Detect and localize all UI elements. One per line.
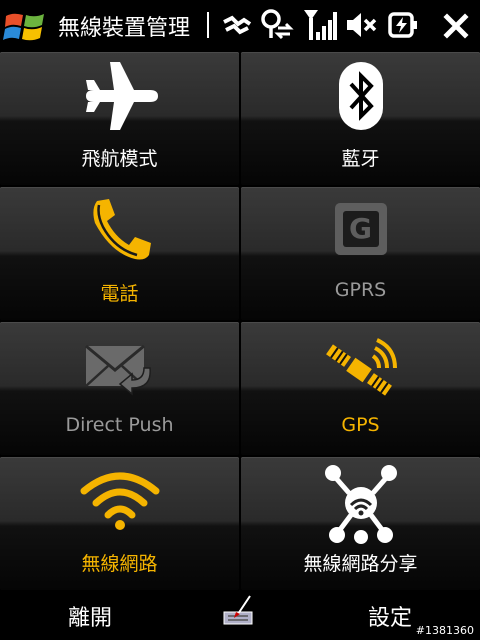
title-separator <box>207 12 209 38</box>
tile-wifi[interactable]: 無線網路 <box>0 457 239 590</box>
tile-label: GPS <box>341 414 380 436</box>
tile-label: Direct Push <box>65 414 174 436</box>
settings-softkey[interactable]: 設定 <box>368 600 412 632</box>
tile-label: 無線網路分享 <box>303 553 418 575</box>
tile-gps[interactable]: GPS <box>241 322 480 455</box>
tile-label: 電話 <box>100 283 139 305</box>
battery-charging-icon[interactable] <box>386 8 420 42</box>
tile-direct-push[interactable]: Direct Push <box>0 322 239 455</box>
volume-muted-icon[interactable] <box>345 8 379 42</box>
gprs-glyph: G <box>342 211 379 247</box>
tile-phone[interactable]: 電話 <box>0 187 239 320</box>
data-sync-icon[interactable] <box>258 8 294 42</box>
input-panel-icon[interactable] <box>220 594 256 628</box>
tile-airplane-mode[interactable]: 飛航模式 <box>0 52 239 185</box>
signal-strength-icon[interactable] <box>303 8 337 42</box>
tile-label: 無線網路 <box>81 553 158 575</box>
network-share-icon <box>324 465 397 544</box>
tile-internet-sharing[interactable]: 無線網路分享 <box>241 457 480 590</box>
exit-softkey[interactable]: 離開 <box>68 600 112 632</box>
tile-label: 藍牙 <box>341 148 380 170</box>
wireless-toggle-grid: 飛航模式 藍牙 電話 G GPRS Direct Push GPS 無線網路 無… <box>0 52 480 590</box>
phone-icon <box>92 199 151 260</box>
mail-icon <box>84 344 151 396</box>
softkey-bar: 離開 設定 #1381360 <box>0 590 480 640</box>
satellite-icon <box>325 338 397 396</box>
wifi-icon <box>80 472 159 530</box>
tile-gprs[interactable]: G GPRS <box>241 187 480 320</box>
windows-start-icon[interactable] <box>3 6 49 46</box>
tile-label: 飛航模式 <box>81 148 158 170</box>
watermark: #1381360 <box>415 624 474 637</box>
gprs-icon: G <box>334 203 387 255</box>
close-icon[interactable] <box>440 8 472 42</box>
airplane-icon <box>85 62 158 130</box>
network-disconnected-icon[interactable] <box>222 8 252 42</box>
title-bar: 無線裝置管理 <box>0 0 480 50</box>
window-title: 無線裝置管理 <box>58 16 191 41</box>
tile-bluetooth[interactable]: 藍牙 <box>241 52 480 185</box>
bluetooth-icon <box>338 62 383 130</box>
tile-label: GPRS <box>334 279 387 301</box>
